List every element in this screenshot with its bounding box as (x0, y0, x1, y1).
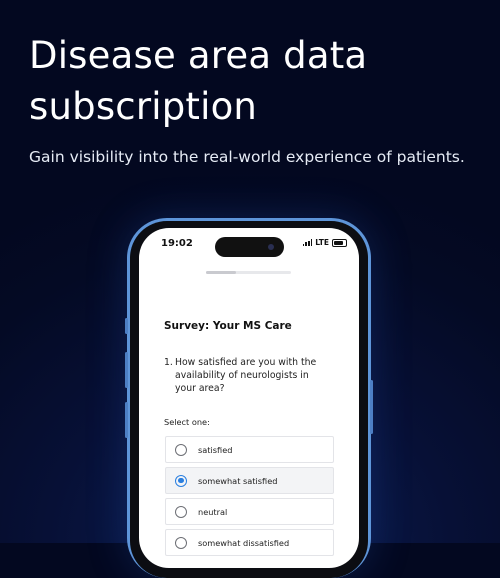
page-subtitle: Gain visibility into the real-world expe… (29, 148, 465, 166)
radio-button[interactable] (175, 505, 187, 518)
option-neutral[interactable]: neutral (165, 498, 334, 525)
survey-progress-fill (206, 271, 236, 274)
question-text: How satisfied are you with the availabil… (175, 357, 317, 394)
status-indicators: LTE (302, 238, 347, 247)
phone-power-button (370, 380, 373, 434)
radio-button[interactable] (175, 443, 187, 456)
battery-icon (332, 238, 347, 247)
page-title-line-1: Disease area data (29, 34, 368, 77)
survey-title: Survey: Your MS Care (164, 320, 292, 332)
survey-question: 1. How satisfied are you with the availa… (164, 356, 324, 395)
phone-screen: 19:02 LTE Survey: Your MS Care 1. How sa… (139, 228, 359, 568)
answer-options: satisfied somewhat satisfied neutral som… (165, 436, 334, 560)
network-label: LTE (315, 238, 329, 247)
page-title: Disease area data subscription (29, 30, 367, 132)
select-one-label: Select one: (164, 417, 210, 427)
signal-icon (302, 239, 313, 246)
phone-volume-up-button (125, 352, 128, 388)
question-number: 1. (164, 357, 173, 368)
dynamic-island (215, 237, 284, 257)
status-time: 19:02 (161, 238, 193, 249)
radio-button[interactable] (175, 474, 187, 487)
option-label: neutral (198, 506, 228, 517)
camera-icon (268, 244, 274, 250)
phone-action-button (125, 318, 128, 334)
phone-volume-down-button (125, 402, 128, 438)
option-somewhat-satisfied[interactable]: somewhat satisfied (165, 467, 334, 494)
page-title-line-2: subscription (29, 85, 258, 128)
survey-progress-bar (206, 271, 291, 274)
option-satisfied[interactable]: satisfied (165, 436, 334, 463)
option-label: satisfied (198, 444, 233, 455)
option-label: somewhat satisfied (198, 475, 278, 486)
